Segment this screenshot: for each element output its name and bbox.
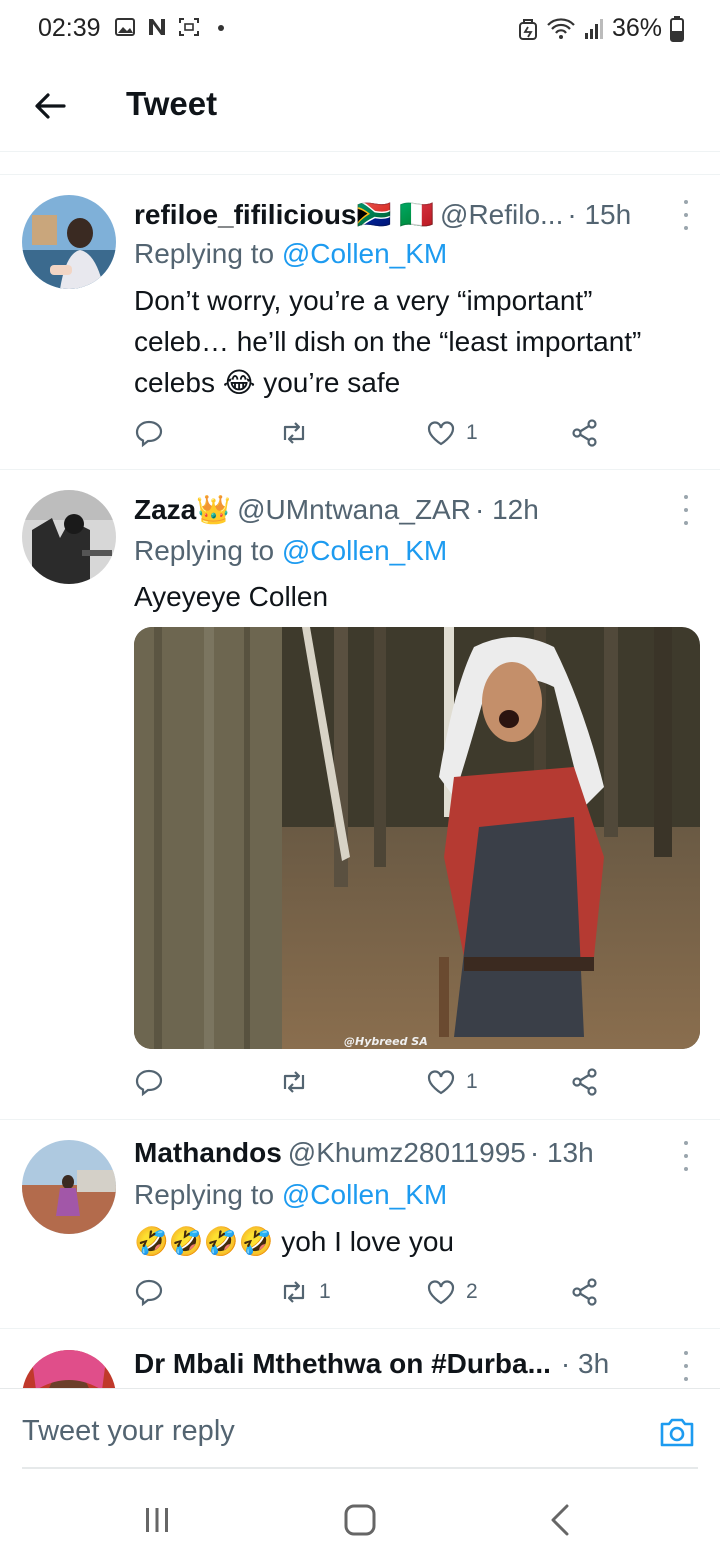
reply-input[interactable]: Tweet your reply [22, 1415, 235, 1448]
share-icon [572, 419, 597, 447]
reply-icon [135, 420, 163, 448]
signal-icon [584, 18, 603, 39]
tweet-text: Ayeyeye Collen [134, 581, 329, 612]
more-options-icon[interactable] [680, 495, 692, 525]
reply-icon [135, 1069, 163, 1097]
retweet-icon [283, 422, 305, 444]
back-arrow-icon[interactable] [30, 86, 70, 126]
back-nav-icon[interactable] [541, 1502, 581, 1538]
gallery-icon [115, 18, 135, 36]
tweet-header: Dr Mbali Mthethwa on #Durba... · 3h [134, 1348, 672, 1380]
retweet-button[interactable] [279, 418, 319, 448]
battery-percent: 36% [611, 14, 662, 42]
system-status: 36% [518, 14, 684, 43]
heart-icon [427, 1070, 455, 1095]
like-count: 2 [466, 1280, 478, 1303]
page-title: Tweet [126, 85, 218, 122]
handle[interactable]: @Refilo... [440, 199, 563, 231]
mention-link[interactable]: @Collen_KM [282, 1179, 447, 1210]
timestamp[interactable]: · 3h [561, 1348, 609, 1380]
tweet-header: refiloe_fifilicious🇿🇦 🇮🇹 @Refilo... · 15… [134, 198, 672, 231]
avatar[interactable] [22, 1350, 116, 1388]
dot-icon [218, 25, 224, 31]
camera-icon[interactable] [658, 1413, 696, 1451]
display-name[interactable]: Mathandos [134, 1137, 282, 1169]
like-button[interactable]: 1 [426, 1067, 478, 1097]
reply-button[interactable] [134, 418, 164, 448]
reply-input-underline [22, 1467, 698, 1469]
tweet-header: Mathandos @Khumz28011995 · 13h [134, 1137, 672, 1169]
like-count: 1 [466, 421, 478, 444]
reply-button[interactable] [134, 1067, 164, 1097]
like-button[interactable]: 2 [426, 1277, 478, 1307]
replying-to: Replying to @Collen_KM [134, 535, 448, 566]
tweet-actions: 1 2 [134, 1277, 614, 1311]
tweet[interactable]: Mathandos @Khumz28011995 · 13h Replying … [0, 1120, 720, 1329]
timestamp[interactable]: · 13h [530, 1137, 594, 1169]
timestamp[interactable]: · 12h [475, 494, 539, 526]
heart-icon [427, 1280, 455, 1305]
reply-composer: Tweet your reply [0, 1388, 720, 1480]
display-name[interactable]: Dr Mbali Mthethwa on #Durba... [134, 1348, 551, 1380]
share-button[interactable] [570, 1277, 600, 1307]
avatar[interactable] [22, 490, 116, 584]
replying-to: Replying to @Collen_KM [134, 1179, 448, 1210]
recent-apps-icon[interactable] [137, 1502, 177, 1538]
timestamp[interactable]: · 15h [567, 199, 631, 231]
system-nav-bar [0, 1480, 720, 1560]
share-icon [572, 1278, 597, 1306]
battery-icon [670, 15, 684, 42]
share-icon [572, 1068, 597, 1096]
replying-to: Replying to @Collen_KM [134, 238, 448, 269]
screenshot-icon [179, 18, 199, 36]
retweet-icon [283, 1071, 305, 1093]
avatar[interactable] [22, 1140, 116, 1234]
display-name[interactable]: refiloe_fifilicious🇿🇦 🇮🇹 [134, 198, 434, 231]
retweet-button[interactable] [279, 1067, 319, 1097]
n-app-icon [149, 19, 165, 35]
lock-battery-saver-icon [518, 18, 537, 40]
heart-icon [427, 421, 455, 446]
tweet-text: 🤣🤣🤣🤣 yoh I love you [134, 1226, 455, 1257]
retweet-count: 1 [319, 1280, 331, 1303]
display-name[interactable]: Zaza👑 [134, 493, 231, 526]
reply-button[interactable] [134, 1277, 164, 1307]
home-icon[interactable] [340, 1502, 380, 1538]
share-button[interactable] [570, 418, 600, 448]
more-options-icon[interactable] [680, 200, 692, 230]
handle[interactable]: @Khumz28011995 [288, 1137, 526, 1169]
header: Tweet [0, 60, 720, 152]
tweet-media-image[interactable]: @Hybreed SA [134, 627, 700, 1049]
mention-link[interactable]: @Collen_KM [282, 238, 447, 269]
media-watermark: @Hybreed SA [344, 1035, 428, 1048]
mention-link[interactable]: @Collen_KM [282, 535, 447, 566]
handle[interactable]: @UMntwana_ZAR [237, 494, 471, 526]
like-count: 1 [466, 1070, 478, 1093]
like-button[interactable]: 1 [426, 418, 478, 448]
share-button[interactable] [570, 1067, 600, 1097]
tweet[interactable]: Dr Mbali Mthethwa on #Durba... · 3h [0, 1330, 720, 1388]
retweet-icon [283, 1281, 305, 1303]
notification-icons [114, 16, 232, 38]
status-time: 02:39 [38, 14, 101, 42]
more-options-icon[interactable] [680, 1351, 692, 1381]
tweet[interactable]: refiloe_fifilicious🇿🇦 🇮🇹 @Refilo... · 15… [0, 175, 720, 470]
reply-icon [135, 1279, 163, 1307]
wifi-icon [547, 17, 575, 39]
avatar[interactable] [22, 195, 116, 289]
status-bar: 02:39 36% [0, 0, 720, 60]
tweet-text: Don’t worry, you’re a very “important” c… [134, 285, 642, 398]
tweet-actions: 1 [134, 418, 614, 452]
retweet-button[interactable]: 1 [279, 1277, 331, 1307]
tweet-actions: 1 [134, 1067, 614, 1101]
tweet-header: Zaza👑 @UMntwana_ZAR · 12h [134, 493, 672, 526]
more-options-icon[interactable] [680, 1141, 692, 1171]
